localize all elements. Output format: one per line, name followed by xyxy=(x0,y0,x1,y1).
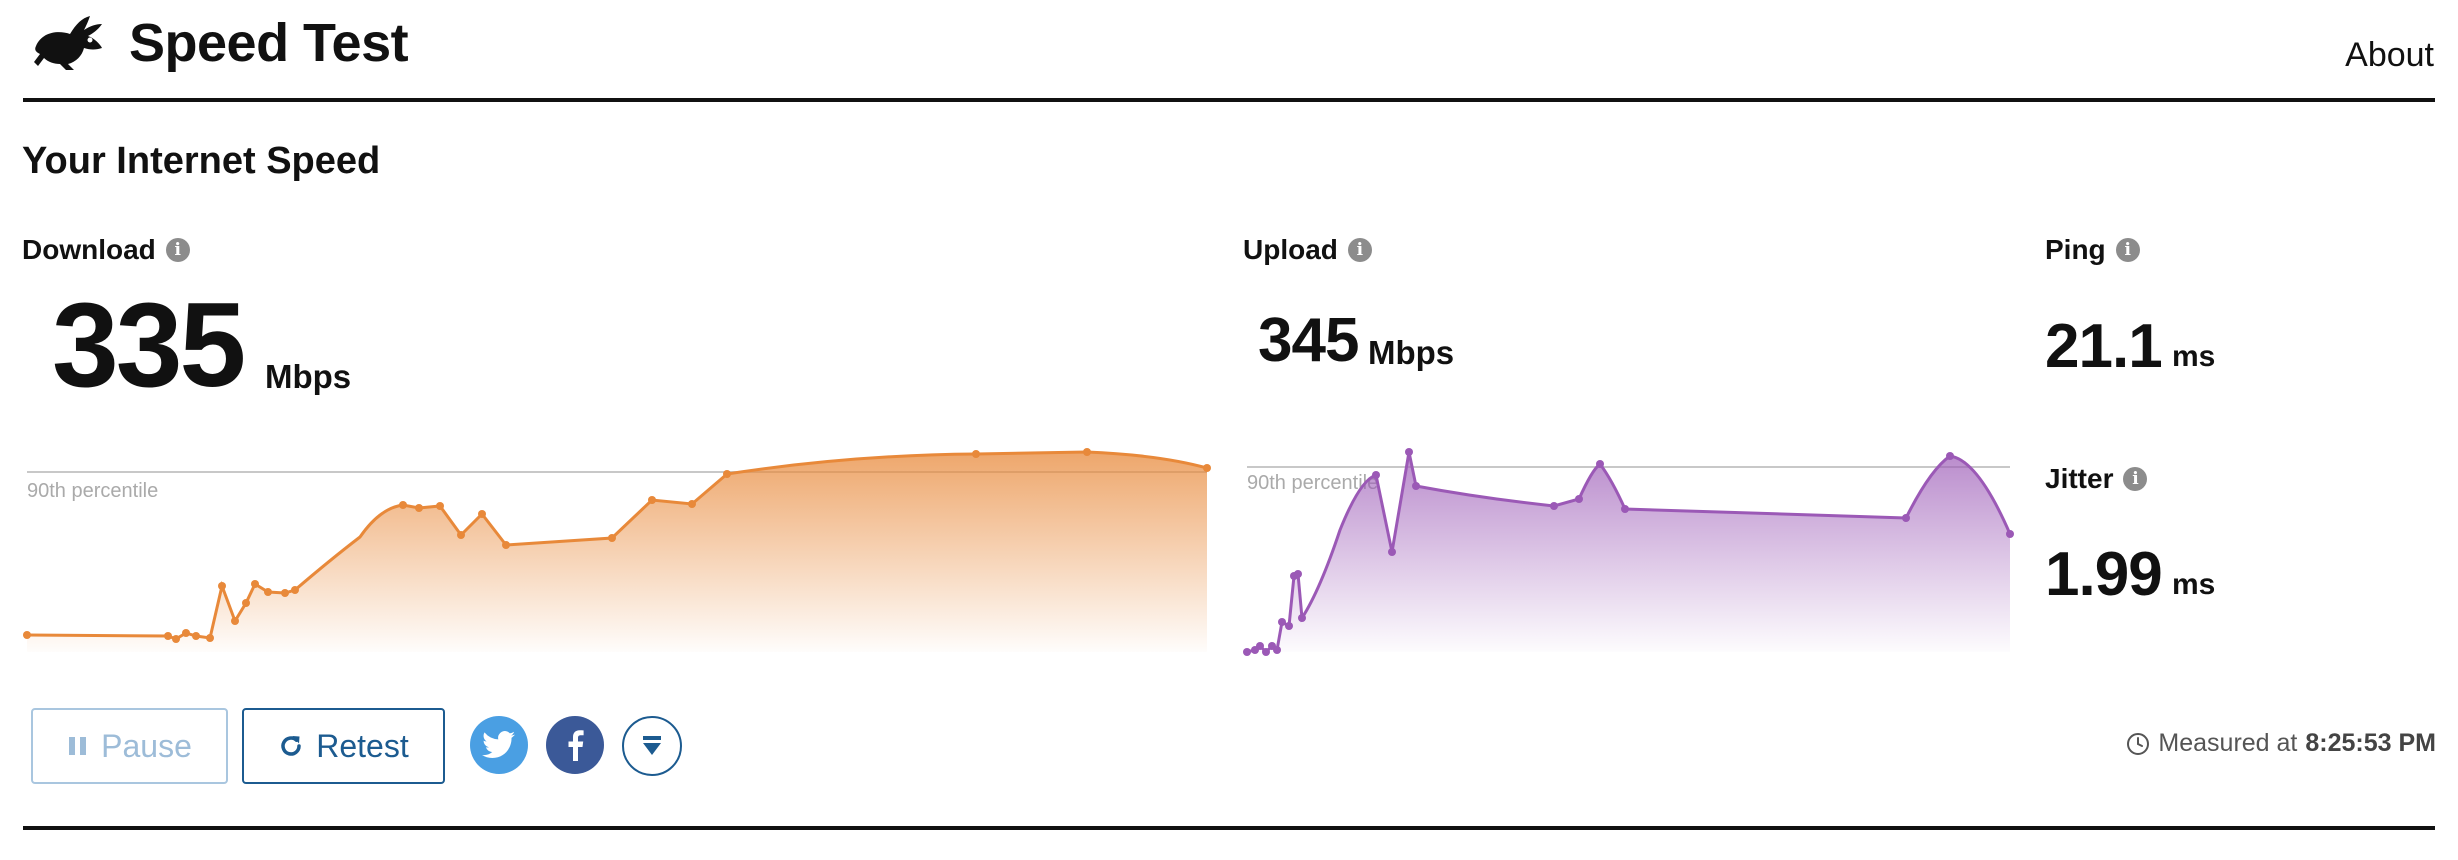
measured-at: Measured at 8:25:53 PM xyxy=(2126,729,2436,758)
download-area xyxy=(27,452,1207,652)
measured-prefix: Measured at xyxy=(2158,729,2298,757)
facebook-share-button[interactable] xyxy=(546,716,604,774)
download-chart: 90th percentile xyxy=(23,448,1211,652)
download-icon xyxy=(643,736,661,755)
retest-button-label: Retest xyxy=(316,727,409,764)
upload-chart: 90th percentile xyxy=(1243,448,2014,656)
footer-divider xyxy=(23,826,2435,830)
refresh-icon xyxy=(281,736,301,756)
twitter-share-button[interactable] xyxy=(470,716,528,774)
pause-icon xyxy=(69,737,87,755)
pause-button-label: Pause xyxy=(101,727,192,764)
retest-button[interactable]: Retest xyxy=(242,708,445,784)
twitter-icon xyxy=(482,731,515,758)
pause-button[interactable]: Pause xyxy=(31,708,228,784)
facebook-icon xyxy=(568,730,584,761)
download-results-button[interactable] xyxy=(622,716,682,776)
measured-time: 8:25:53 PM xyxy=(2305,729,2436,757)
clock-icon xyxy=(2127,732,2150,755)
download-percentile-label: 90th percentile xyxy=(27,480,158,502)
